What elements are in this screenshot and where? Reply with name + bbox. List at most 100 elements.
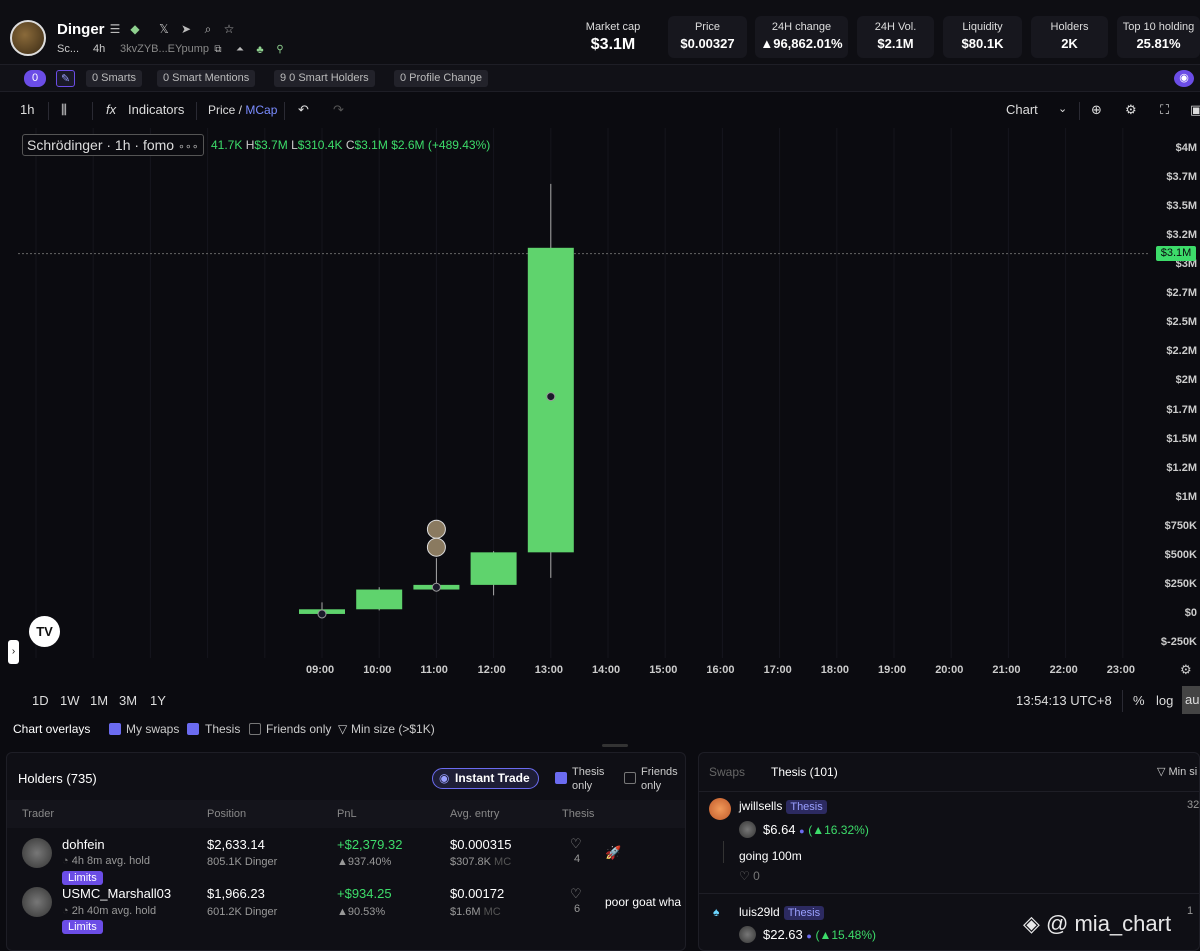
percent-toggle[interactable]: % xyxy=(1133,693,1145,708)
hold-time: ◔ 2h 40m avg. hold xyxy=(62,905,157,917)
trader-name[interactable]: dohfein xyxy=(62,837,105,852)
frog-icon[interactable]: ♣ xyxy=(252,42,268,58)
resize-handle[interactable] xyxy=(602,744,628,747)
friends-only-checkbox[interactable] xyxy=(624,772,636,784)
chip-smart-holders[interactable]: 9 0 Smart Holders xyxy=(274,70,375,87)
limits-badge[interactable]: Limits xyxy=(62,920,103,934)
indicators-button[interactable]: Indicators xyxy=(128,102,184,117)
token-name: Dinger xyxy=(57,21,105,38)
instant-trade-button[interactable]: ◉ Instant Trade xyxy=(432,768,539,789)
telegram-icon[interactable]: ➤ xyxy=(178,21,194,37)
limits-badge[interactable]: Limits xyxy=(62,871,103,885)
y-tick-label: $500K xyxy=(1164,548,1197,561)
zoom-icon[interactable]: ⊕ xyxy=(1091,102,1102,118)
y-tick-label: $1M xyxy=(1175,490,1197,503)
copy-icon[interactable]: ⧉ xyxy=(210,42,226,58)
settings-gear-icon[interactable]: ⚙ xyxy=(1125,102,1137,118)
pill-icon[interactable]: ◆ xyxy=(127,21,143,37)
star-icon[interactable]: ☆ xyxy=(221,21,237,37)
heart-icon[interactable]: ♡ xyxy=(739,869,750,883)
range-1w[interactable]: 1W xyxy=(60,693,80,708)
thesis-text[interactable]: going 100m xyxy=(739,849,802,863)
avatar[interactable] xyxy=(22,887,52,917)
edit-icon[interactable]: ✎ xyxy=(56,70,76,87)
my-swaps-checkbox[interactable] xyxy=(109,723,121,735)
chip-smarts[interactable]: 0 Smarts xyxy=(86,70,143,87)
redo-icon[interactable]: ↷ xyxy=(333,102,344,118)
col-avg-entry[interactable]: Avg. entry xyxy=(450,808,499,820)
interval-selector[interactable]: 1h xyxy=(20,102,34,117)
min-size-filter[interactable]: ▽ Min si xyxy=(1157,765,1197,778)
expand-arrow-icon[interactable]: › xyxy=(8,640,19,664)
thesis-only-label[interactable]: Thesis only xyxy=(572,765,617,793)
price-option[interactable]: Price xyxy=(208,103,235,117)
trader-name[interactable]: USMC_Marshall03 xyxy=(62,886,171,901)
friends-only-checkbox[interactable] xyxy=(249,723,261,735)
price-chart[interactable] xyxy=(0,128,1200,688)
col-pnl[interactable]: PnL xyxy=(337,808,357,820)
list-icon[interactable]: ☰ xyxy=(107,21,123,37)
col-position[interactable]: Position xyxy=(207,808,246,820)
thesis-only-checkbox[interactable] xyxy=(555,772,567,784)
like-button[interactable]: ♡ 0 xyxy=(739,869,760,883)
candle-type-icon[interactable]: ⫼ xyxy=(61,102,67,118)
search-icon[interactable]: ⌕ xyxy=(200,21,216,37)
token-address[interactable]: 3kvZYB...EYpump xyxy=(120,43,209,55)
stat-24h-volume: 24H Vol. $2.1M xyxy=(857,16,934,58)
friends-only-label[interactable]: Friends only xyxy=(266,722,331,736)
swap-marker[interactable] xyxy=(546,392,556,402)
col-thesis[interactable]: Thesis xyxy=(562,808,594,820)
tab-thesis[interactable]: Thesis (101) xyxy=(771,765,838,779)
col-trader[interactable]: Trader xyxy=(22,808,54,820)
thesis-avatar-marker[interactable] xyxy=(426,519,446,539)
candle-body[interactable] xyxy=(356,589,403,610)
pump-icon[interactable]: ⏶ xyxy=(232,42,248,58)
eye-icon[interactable]: ◉ xyxy=(1174,70,1194,87)
fullscreen-icon[interactable]: ⛶ xyxy=(1160,102,1169,118)
axis-settings-icon[interactable]: ⚙ xyxy=(1180,662,1192,678)
chip-profile-change[interactable]: 0 Profile Change xyxy=(394,70,488,87)
log-toggle[interactable]: log xyxy=(1156,693,1173,708)
filter-icon[interactable]: ▽ xyxy=(338,722,347,736)
filter-count-badge[interactable]: 0 xyxy=(24,70,47,87)
min-size-filter[interactable]: Min size (>$1K) xyxy=(351,722,435,736)
tab-swaps[interactable]: Swaps xyxy=(709,765,745,779)
x-twitter-icon[interactable]: 𝕏 xyxy=(156,21,172,37)
legend-more-icon[interactable]: ∘∘∘ xyxy=(178,141,199,153)
range-1m[interactable]: 1M xyxy=(90,693,108,708)
thesis-user[interactable]: jwillsells xyxy=(739,799,782,813)
auto-toggle[interactable]: au xyxy=(1182,686,1200,714)
swap-marker[interactable] xyxy=(431,582,441,592)
thesis-avatar-marker[interactable] xyxy=(426,537,446,557)
x-tick-label: 22:00 xyxy=(1049,664,1078,676)
thesis-checkbox[interactable] xyxy=(187,723,199,735)
avatar[interactable] xyxy=(22,838,52,868)
link-icon[interactable]: ⚲ xyxy=(272,42,288,58)
swap-marker[interactable] xyxy=(317,609,327,619)
chart-legend-title[interactable]: Schrödinger · 1h · fomo ∘∘∘ xyxy=(22,134,204,156)
chevron-down-icon[interactable]: ⌄ xyxy=(1058,102,1067,115)
candlestick-chart[interactable] xyxy=(0,128,1200,688)
thesis-text[interactable]: 🚀 xyxy=(605,845,621,861)
avatar[interactable]: ♠ xyxy=(713,905,719,919)
thesis-text[interactable]: poor goat wha xyxy=(605,895,685,909)
thesis-user[interactable]: luis29ld xyxy=(739,905,780,919)
range-1y[interactable]: 1Y xyxy=(150,693,166,708)
undo-icon[interactable]: ↶ xyxy=(298,102,309,118)
camera-icon[interactable]: ▣ xyxy=(1190,102,1200,118)
avatar[interactable] xyxy=(709,798,731,820)
candle-body[interactable] xyxy=(470,552,517,585)
price-mcap-toggle[interactable]: Price / MCap xyxy=(208,103,277,117)
heart-icon[interactable]: ♡ xyxy=(570,886,582,902)
friends-only-label[interactable]: Friends only xyxy=(641,765,685,793)
range-3m[interactable]: 3M xyxy=(119,693,137,708)
my-swaps-label[interactable]: My swaps xyxy=(126,722,179,736)
indicators-icon[interactable]: fx xyxy=(106,102,116,117)
thesis-label[interactable]: Thesis xyxy=(205,722,240,736)
mcap-option[interactable]: MCap xyxy=(245,103,277,117)
range-1d[interactable]: 1D xyxy=(32,693,49,708)
tradingview-logo-icon[interactable]: TV xyxy=(29,616,60,647)
chart-type-selector[interactable]: Chart xyxy=(1006,102,1038,117)
heart-icon[interactable]: ♡ xyxy=(570,836,582,852)
chip-smart-mentions[interactable]: 0 Smart Mentions xyxy=(157,70,256,87)
